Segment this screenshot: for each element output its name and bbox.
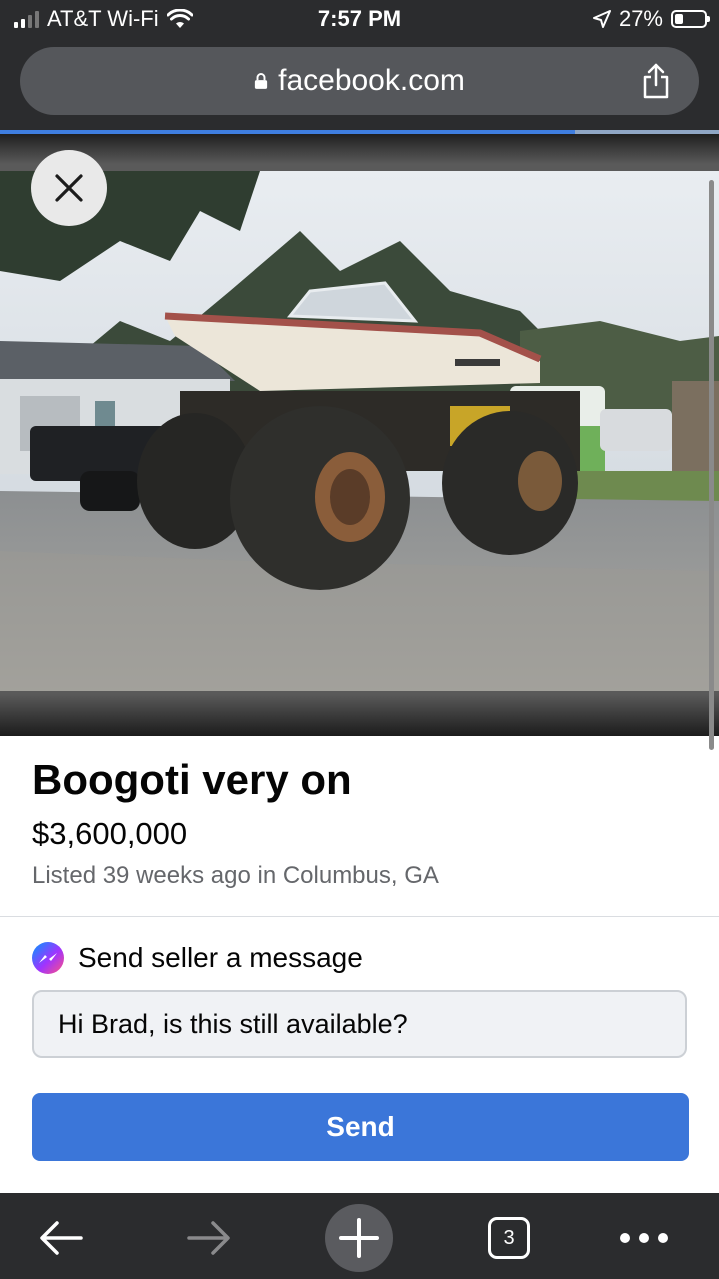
browser-toolbar: 3 [0,1193,719,1279]
close-icon [55,174,83,202]
arrow-right-icon [187,1221,230,1255]
share-icon[interactable] [641,63,671,99]
send-button[interactable]: Send [32,1093,689,1161]
battery-percent: 27% [618,6,663,31]
url-text: facebook.com [278,64,465,97]
tab-count: 3 [488,1217,530,1259]
scroll-indicator[interactable] [709,180,714,750]
lock-icon [254,73,268,89]
listing-meta: Listed 39 weeks ago in Columbus, GA [32,862,439,889]
divider [0,916,719,917]
more-icon [620,1233,668,1243]
arrow-left-icon [40,1221,83,1255]
url-display[interactable]: facebook.com [20,47,699,115]
message-input-text: Hi Brad, is this still available? [58,1008,408,1039]
address-bar[interactable]: facebook.com [20,47,699,115]
status-bar: AT&T Wi-Fi 7:57 PM 27% [0,0,719,40]
close-button[interactable] [31,150,107,226]
messenger-icon [32,942,64,974]
listing-title: Boogoti very on [32,756,352,803]
back-button[interactable] [26,1203,96,1273]
battery-icon [671,10,710,28]
browser-chrome: facebook.com [0,40,719,130]
status-right: 27% [592,6,710,32]
listing-price: $3,600,000 [32,816,188,851]
location-arrow-icon [592,10,611,28]
listing-photo-viewer [0,134,719,736]
message-input[interactable]: Hi Brad, is this still available? [32,990,687,1058]
forward-button[interactable] [174,1203,244,1273]
new-tab-button[interactable] [324,1203,394,1273]
listing-photo[interactable] [0,171,719,691]
more-button[interactable] [609,1203,679,1273]
message-heading-label: Send seller a message [78,942,363,973]
tabs-button[interactable]: 3 [474,1203,544,1273]
message-heading: Send seller a message [32,942,363,974]
plus-icon [339,1218,379,1258]
new-tab-circle [325,1204,393,1272]
send-button-label: Send [326,1111,395,1142]
